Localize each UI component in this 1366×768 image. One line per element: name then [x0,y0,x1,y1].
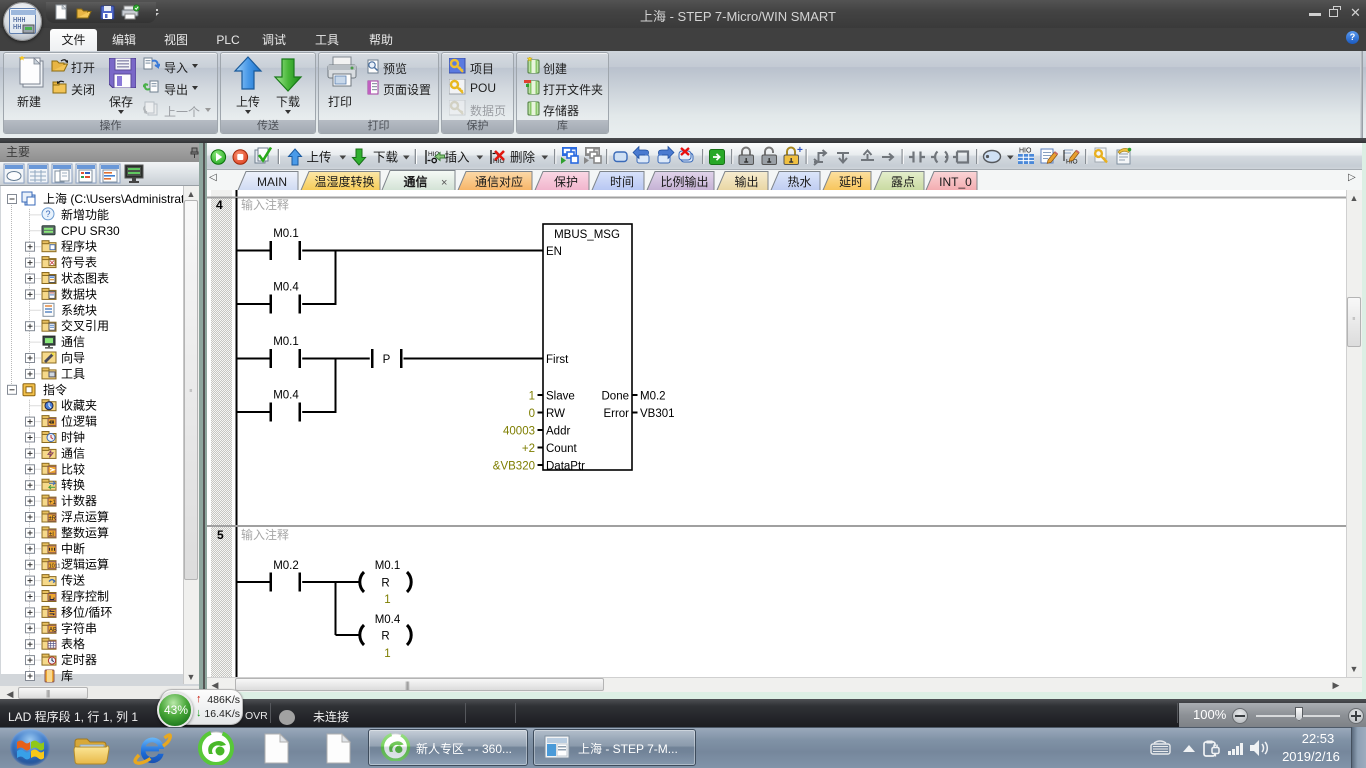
svg-text:浮点运算: 浮点运算 [61,509,109,524]
svg-text:Error: Error [603,408,629,420]
svg-text:整数运算: 整数运算 [61,525,109,540]
svg-text:HH: HH [13,24,21,32]
svg-text:表格: 表格 [61,636,85,651]
svg-text:比较: 比较 [61,461,85,476]
svg-text:下载: 下载 [373,151,399,165]
svg-text:时钟: 时钟 [61,430,85,445]
svg-text:露点: 露点 [891,175,915,189]
svg-text:±R: ±R [49,516,57,522]
svg-text:VB301: VB301 [640,408,675,420]
svg-text:1: 1 [529,391,535,403]
svg-text:程序控制: 程序控制 [61,589,109,604]
svg-text:DataPtr: DataPtr [546,461,585,473]
svg-text:输入注释: 输入注释 [241,197,289,212]
svg-text:通信: 通信 [403,174,427,189]
svg-text:新增功能: 新增功能 [61,207,109,222]
svg-text:状态图表: 状态图表 [61,272,109,286]
svg-text:Slave: Slave [546,391,575,403]
svg-text:指令: 指令 [43,382,67,397]
svg-text:+: + [797,145,803,156]
svg-text:输出: 输出 [734,174,758,189]
svg-text:M0.1: M0.1 [273,228,299,240]
svg-text:程序块: 程序块 [61,239,97,254]
svg-text:字符串: 字符串 [61,620,97,635]
svg-text:延时: 延时 [839,175,863,189]
svg-text:Done: Done [602,391,630,403]
svg-text:中断: 中断 [61,541,85,556]
svg-text:删除: 删除 [510,150,536,165]
svg-text:CPU SR30: CPU SR30 [61,224,120,238]
svg-text:传送: 传送 [61,573,85,588]
svg-text:±I: ±I [49,532,54,538]
svg-text:M0.2: M0.2 [640,391,666,403]
svg-text:5: 5 [217,528,224,542]
svg-text:上海 (C:\Users\Administrator.: 上海 (C:\Users\Administrator. [43,191,185,206]
svg-text:?: ? [46,209,51,219]
svg-text:M0.1: M0.1 [273,336,299,348]
svg-text:向导: 向导 [61,350,85,365]
svg-text:输入注释: 输入注释 [241,527,289,542]
svg-text:First: First [546,354,569,366]
svg-text:M0.2: M0.2 [273,560,299,572]
svg-text:计数器: 计数器 [61,493,97,508]
svg-text:温湿度转换: 温湿度转换 [314,174,374,189]
svg-text:M0.4: M0.4 [375,614,401,626]
svg-text:插入: 插入 [445,151,471,165]
svg-text:上传: 上传 [307,150,332,165]
svg-text:工具: 工具 [61,367,85,381]
svg-text:比例输出: 比例输出 [660,174,708,189]
svg-text:M0.4: M0.4 [273,282,299,294]
svg-text:库: 库 [61,668,73,683]
svg-text:1: 1 [384,648,390,660]
svg-text:热水: 热水 [787,175,811,189]
svg-text:P: P [383,354,391,366]
svg-text:+1: +1 [49,500,57,506]
svg-text:定时器: 定时器 [61,652,97,667]
svg-text:R: R [381,631,389,643]
svg-text:保护: 保护 [554,175,578,189]
svg-text:数据块: 数据块 [61,286,97,301]
svg-text:交叉引用: 交叉引用 [61,318,109,333]
svg-text:4: 4 [216,198,223,212]
svg-text:0: 0 [529,408,535,420]
svg-text:通信对应: 通信对应 [475,174,523,189]
svg-text:EN: EN [546,246,562,258]
svg-text:收藏夹: 收藏夹 [61,399,97,413]
svg-text:M0.1: M0.1 [375,560,401,572]
svg-text:HIO: HIO [1019,148,1032,155]
svg-text:40003: 40003 [503,426,535,438]
svg-text:&VB320: &VB320 [493,461,535,473]
svg-text:转换: 转换 [61,477,85,492]
svg-text:时间: 时间 [610,175,634,189]
svg-text:M0.4: M0.4 [273,390,299,402]
svg-text:1011: 1011 [49,563,61,569]
svg-text:×: × [441,177,447,189]
svg-text:MAIN: MAIN [257,175,287,189]
svg-text:RW: RW [546,408,565,420]
svg-text:1: 1 [384,594,390,606]
svg-text:MBUS_MSG: MBUS_MSG [554,229,620,241]
svg-text:AB: AB [49,627,57,633]
svg-text:逻辑运算: 逻辑运算 [61,557,109,572]
svg-text:INT_0: INT_0 [939,175,972,189]
svg-text:系统块: 系统块 [61,303,97,317]
svg-text:位逻辑: 位逻辑 [61,414,97,429]
svg-text:通信: 通信 [61,335,85,349]
svg-text:移位/循环: 移位/循环 [61,604,112,619]
svg-text:R: R [381,578,389,590]
svg-text:Count: Count [546,443,577,455]
svg-text:Addr: Addr [546,426,570,438]
svg-text:符号表: 符号表 [61,255,97,270]
svg-text:通信: 通信 [61,446,85,460]
svg-text:+2: +2 [522,443,535,455]
